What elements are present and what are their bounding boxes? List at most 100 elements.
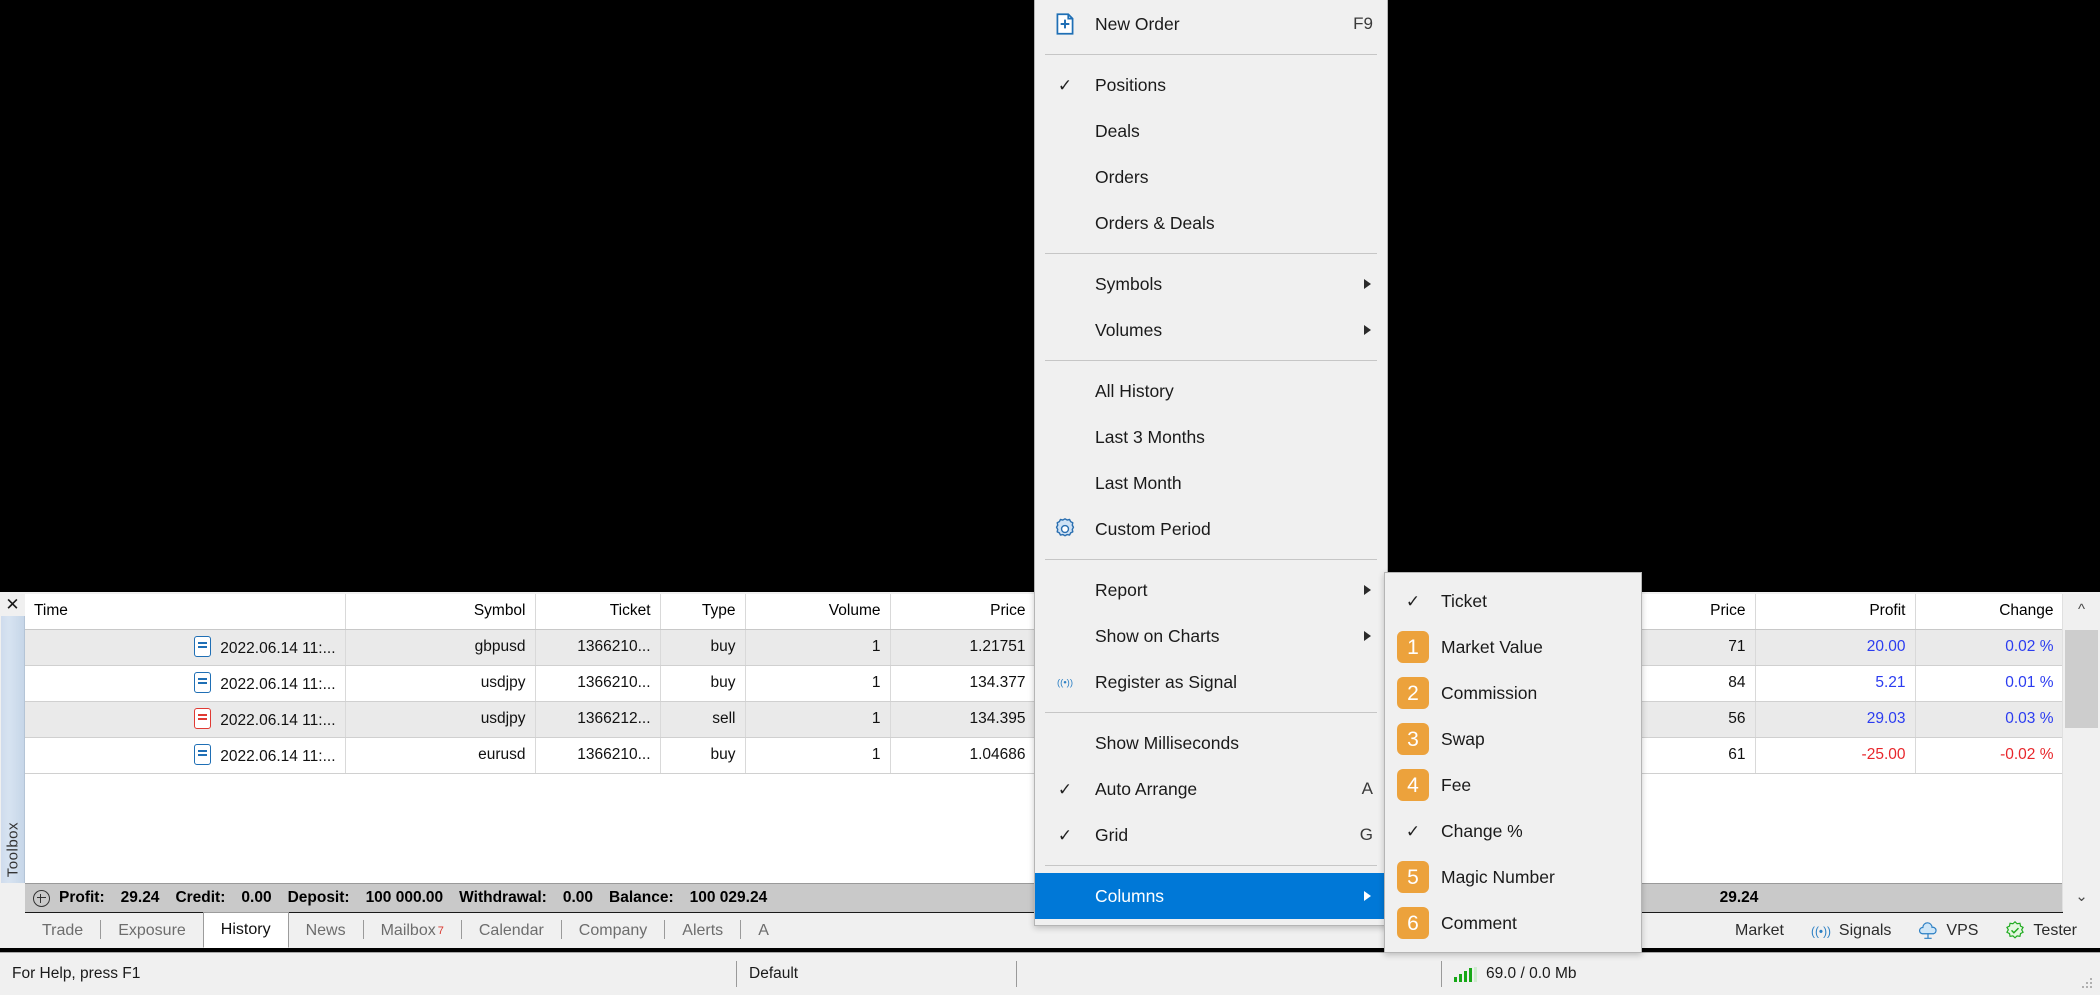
submenu-item-commission[interactable]: 2 Commission [1385, 670, 1641, 716]
menu-item-last-3-months[interactable]: Last 3 Months [1035, 414, 1387, 460]
resize-grip-icon[interactable] [2082, 978, 2094, 990]
cell-type: buy [660, 665, 746, 702]
menu-item-orders-and-deals[interactable]: Orders & Deals [1035, 200, 1387, 246]
position-buy-icon [194, 744, 212, 765]
summary-deposit-label: Deposit: [287, 889, 350, 906]
cell-volume: 1 [745, 629, 891, 666]
table-vertical-scrollbar[interactable]: ^ ⌄ [2062, 594, 2100, 911]
history-context-menu[interactable]: New Order F9 ✓ Positions Deals Orders Or… [1034, 0, 1388, 926]
menu-item-register-as-signal[interactable]: ((•)) Register as Signal [1035, 659, 1387, 705]
cell-profit: 5.21 [1755, 665, 1916, 702]
tab-mailbox[interactable]: Mailbox 7 [364, 913, 461, 948]
tray-item-tester[interactable]: Tester [1991, 920, 2090, 942]
cell-symbol: gbpusd [345, 629, 536, 666]
column-header-type[interactable]: Type [660, 594, 746, 630]
menu-item-symbols[interactable]: Symbols [1035, 261, 1387, 307]
menu-item-grid[interactable]: ✓ Grid G [1035, 812, 1387, 858]
expand-icon[interactable] [33, 889, 50, 907]
tab-articles[interactable]: A [741, 913, 786, 948]
tab-label: History [220, 921, 271, 938]
menu-label: All History [1095, 380, 1174, 401]
hotkey-number: 3 [1397, 723, 1429, 755]
menu-item-volumes[interactable]: Volumes [1035, 307, 1387, 353]
column-header-symbol[interactable]: Symbol [345, 594, 536, 630]
menu-separator [1045, 559, 1377, 560]
scrollbar-thumb[interactable] [2065, 630, 2098, 728]
close-icon[interactable]: ✕ [0, 592, 25, 616]
column-header-profit[interactable]: Profit [1755, 594, 1916, 630]
menu-item-show-milliseconds[interactable]: Show Milliseconds [1035, 720, 1387, 766]
menu-label: Last Month [1095, 472, 1182, 493]
hotkey-badge-2: 2 [1385, 677, 1441, 709]
toolbox-vertical-label[interactable]: Toolbox [1, 616, 25, 883]
menu-item-all-history[interactable]: All History [1035, 368, 1387, 414]
submenu-item-magic-number[interactable]: 5 Magic Number [1385, 854, 1641, 900]
chevron-right-icon [1364, 891, 1371, 901]
signals-icon: ((•)) [1810, 920, 1832, 942]
cell-change: 0.01 % [1915, 665, 2063, 702]
status-traffic[interactable]: 69.0 / 0.0 Mb [1442, 953, 1826, 995]
tab-label: Alerts [682, 921, 724, 939]
hotkey-badge-3: 3 [1385, 723, 1441, 755]
submenu-label: Fee [1441, 774, 1472, 795]
column-header-change[interactable]: Change [1915, 594, 2063, 630]
scroll-down-icon[interactable]: ⌄ [2063, 881, 2100, 911]
column-header-ticket[interactable]: Ticket [535, 594, 661, 630]
cell-profit: 29.03 [1755, 701, 1916, 738]
tab-trade[interactable]: Trade [25, 913, 100, 948]
menu-item-last-month[interactable]: Last Month [1035, 460, 1387, 506]
menu-label: Volumes [1095, 319, 1163, 340]
scroll-up-icon[interactable]: ^ [2063, 594, 2100, 624]
tab-alerts[interactable]: Alerts [665, 913, 740, 948]
summary-credit-label: Credit: [175, 889, 226, 906]
column-header-time[interactable]: Time [25, 594, 346, 630]
menu-label: Positions [1095, 74, 1167, 95]
tab-company[interactable]: Company [562, 913, 664, 948]
tray-item-market[interactable]: Market [1693, 920, 1797, 942]
tray-item-signals[interactable]: ((•)) Signals [1797, 920, 1904, 942]
menu-separator [1045, 253, 1377, 254]
menu-accelerator: G [1359, 825, 1373, 844]
menu-label: Register as Signal [1095, 671, 1238, 692]
submenu-item-comment[interactable]: 6 Comment [1385, 900, 1641, 946]
menu-item-custom-period[interactable]: Custom Period [1035, 506, 1387, 552]
menu-item-new-order[interactable]: New Order F9 [1035, 1, 1387, 47]
column-header-volume[interactable]: Volume [745, 594, 891, 630]
menu-item-columns[interactable]: Columns [1035, 873, 1387, 919]
menu-label: Report [1095, 579, 1148, 600]
position-buy-icon [194, 672, 212, 693]
menu-separator [1045, 360, 1377, 361]
cell-time-text: 2022.06.14 11:... [220, 748, 336, 765]
cell-change: -0.02 % [1915, 737, 2063, 774]
menu-label: Show on Charts [1095, 625, 1220, 646]
menu-item-deals[interactable]: Deals [1035, 108, 1387, 154]
tab-exposure[interactable]: Exposure [101, 913, 203, 948]
status-profile[interactable]: Default [737, 953, 1016, 995]
menu-item-positions[interactable]: ✓ Positions [1035, 62, 1387, 108]
menu-item-show-on-charts[interactable]: Show on Charts [1035, 613, 1387, 659]
menu-item-orders[interactable]: Orders [1035, 154, 1387, 200]
vps-cloud-icon [1917, 920, 1939, 942]
cell-price: 1.04686 [890, 737, 1036, 774]
submenu-item-swap[interactable]: 3 Swap [1385, 716, 1641, 762]
tab-label: Trade [42, 921, 84, 939]
tray-item-vps[interactable]: VPS [1904, 920, 1991, 942]
tab-label: Company [578, 921, 648, 939]
tab-label: A [758, 921, 769, 939]
cell-profit: -25.00 [1755, 737, 1916, 774]
submenu-item-change-percent[interactable]: ✓ Change % [1385, 808, 1641, 854]
tab-history[interactable]: History [202, 912, 289, 948]
tab-calendar[interactable]: Calendar [462, 913, 561, 948]
menu-item-auto-arrange[interactable]: ✓ Auto Arrange A [1035, 766, 1387, 812]
cell-time: 2022.06.14 11:... [25, 665, 346, 702]
menu-label: Show Milliseconds [1095, 732, 1239, 753]
submenu-item-fee[interactable]: 4 Fee [1385, 762, 1641, 808]
column-header-price[interactable]: Price [890, 594, 1036, 630]
submenu-item-market-value[interactable]: 1 Market Value [1385, 624, 1641, 670]
tab-news[interactable]: News [289, 913, 363, 948]
tray-label: Market [1735, 921, 1784, 939]
status-empty-cell [1017, 953, 1441, 995]
columns-submenu[interactable]: ✓ Ticket 1 Market Value 2 Commission 3 S… [1384, 572, 1642, 953]
submenu-item-ticket[interactable]: ✓ Ticket [1385, 578, 1641, 624]
menu-item-report[interactable]: Report [1035, 567, 1387, 613]
